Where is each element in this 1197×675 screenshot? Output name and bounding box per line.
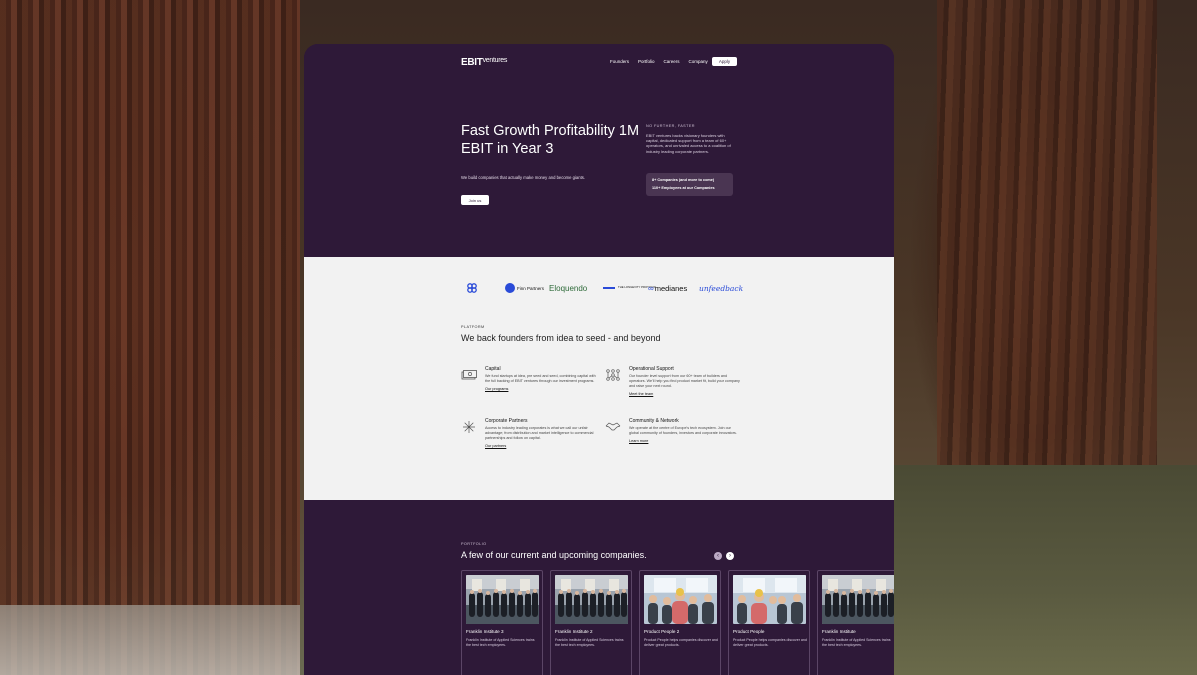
nav-link-portfolio[interactable]: Portfolio — [638, 59, 655, 64]
learn-more-link[interactable]: Learn more — [629, 439, 749, 443]
portfolio-card[interactable]: Product People 2 Product People helps co… — [639, 570, 721, 675]
our-programs-link[interactable]: Our programs — [485, 387, 605, 391]
portfolio-card[interactable]: Franklin Institute 2 Franklin Institute … — [550, 570, 632, 675]
partner-logo-longevity: THE LONGEVITY PROTOCOL — [603, 281, 657, 295]
portfolio-card[interactable]: Franklin Institute Franklin Institute of… — [817, 570, 894, 675]
partner-logo-strip: Finn Partners Eloquendo THE LONGEVITY PR… — [304, 281, 894, 295]
longevity-mark-icon — [603, 287, 615, 289]
partner-logo-finn: Finn Partners — [505, 281, 544, 295]
card-title: Franklin Institute 2 — [555, 629, 593, 634]
card-description: Franklin Institute of Applied Sciences t… — [822, 638, 891, 647]
team-photo — [555, 575, 628, 624]
partner-logo-eloquendo: Eloquendo — [549, 283, 588, 293]
card-description: Product People helps companies discover … — [733, 638, 807, 647]
hero-description: EBIT ventures backs visionary founders w… — [646, 133, 731, 154]
stats-box: 8+ Companies (and more to come) 110+ Emp… — [646, 173, 733, 196]
card-title: Franklin Institute — [822, 629, 856, 634]
feature-operational-support: Operational Support Our founder level su… — [606, 366, 749, 396]
join-us-button[interactable]: Join us — [461, 195, 489, 205]
partner-logo-medianes: ∞ medianes — [648, 283, 688, 293]
sparkle-icon — [463, 421, 475, 433]
ebit-logo[interactable]: EBITventures — [461, 57, 507, 68]
apply-button[interactable]: Apply — [712, 57, 737, 66]
background-trunk-right — [937, 0, 1157, 470]
portfolio-card[interactable]: Franklin Institute 3 Franklin Institute … — [461, 570, 543, 675]
feature-corporate-partners: Corporate Partners Access to industry le… — [463, 418, 605, 448]
platform-eyebrow: PLATFORM — [461, 325, 485, 329]
card-description: Franklin Institute of Applied Sciences t… — [466, 638, 535, 647]
team-photo — [822, 575, 894, 624]
meet-the-team-link[interactable]: Meet the team — [629, 392, 749, 396]
platform-section: Finn Partners Eloquendo THE LONGEVITY PR… — [304, 257, 894, 500]
our-partners-link[interactable]: Our partners — [485, 444, 605, 448]
nav-link-careers[interactable]: Careers — [664, 59, 680, 64]
carousel-prev-button[interactable]: ‹ — [714, 552, 722, 560]
nav-link-founders[interactable]: Founders — [610, 59, 629, 64]
background-ground-right — [894, 465, 1197, 675]
portfolio-title: A few of our current and upcoming compan… — [461, 550, 647, 560]
hero-section: EBITventures Founders Portfolio Careers … — [304, 44, 894, 257]
background-ground-left — [0, 605, 300, 675]
hero-subtitle: We build companies that actually make mo… — [461, 175, 585, 180]
partner-logo-mark-icon — [466, 281, 478, 295]
card-title: Product People — [733, 629, 765, 634]
feature-community-network: Community & Network We operate at the ce… — [605, 418, 749, 443]
partner-logo-unfeedback: unfeedback — [699, 283, 744, 293]
hero-title: Fast Growth Profitability 1M EBIT in Yea… — [461, 123, 640, 157]
card-description: Franklin Institute of Applied Sciences t… — [555, 638, 624, 647]
handshake-icon — [605, 422, 621, 431]
finn-globe-icon — [505, 283, 515, 293]
portfolio-section: PORTFOLIO A few of our current and upcom… — [304, 500, 894, 675]
network-icon — [606, 369, 620, 381]
medianes-mark-icon: ∞ — [648, 283, 654, 293]
platform-title: We back founders from idea to seed - and… — [461, 333, 661, 343]
hero-eyebrow: NO FURTHER, FASTER — [646, 124, 695, 128]
stat-companies: 8+ Companies (and more to come) — [652, 178, 715, 182]
stat-employees: 110+ Employees at our Companies — [652, 186, 715, 190]
card-description: Product People helps companies discover … — [644, 638, 718, 647]
portfolio-eyebrow: PORTFOLIO — [461, 542, 487, 546]
team-photo — [733, 575, 806, 624]
background-trunk-left — [0, 0, 300, 675]
feature-capital: Capital We fund startups at idea, pre se… — [461, 366, 605, 391]
portfolio-card[interactable]: Product People Product People helps comp… — [728, 570, 810, 675]
main-nav: Founders Portfolio Careers Company — [610, 59, 708, 64]
team-photo — [644, 575, 717, 624]
team-photo — [466, 575, 539, 624]
card-title: Franklin Institute 3 — [466, 629, 504, 634]
nav-link-company[interactable]: Company — [689, 59, 708, 64]
carousel-next-button[interactable]: › — [726, 552, 734, 560]
cash-icon — [461, 370, 477, 380]
card-title: Product People 2 — [644, 629, 680, 634]
website-frame: EBITventures Founders Portfolio Careers … — [304, 44, 894, 675]
